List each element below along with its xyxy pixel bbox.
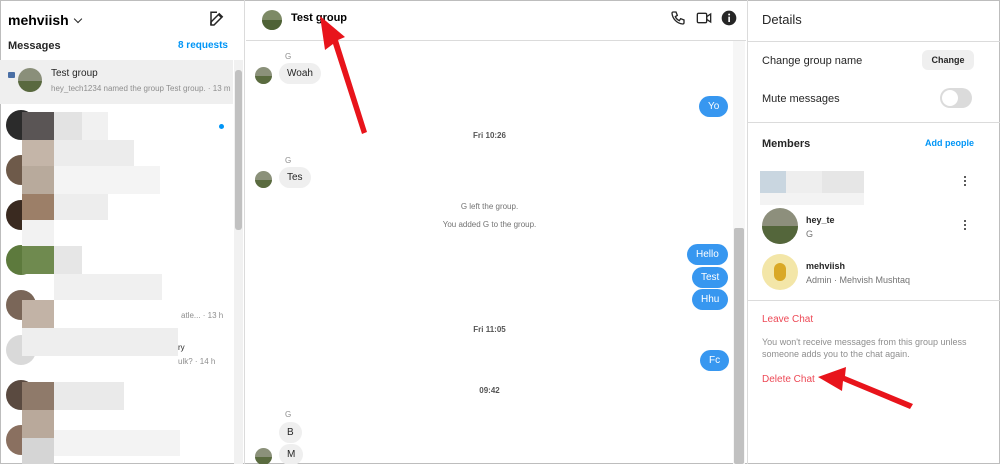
member-name: hey_te [806,215,835,225]
divider [748,300,1000,301]
message-bubble-incoming[interactable]: B [279,422,302,443]
pixelation-block [54,246,82,274]
pixelation-block [22,246,54,274]
message-bubble-outgoing[interactable]: Hello [687,244,728,265]
message-bubble-outgoing[interactable]: Fc [700,350,730,371]
account-name: mehviish [8,12,69,28]
compose-icon[interactable] [208,10,226,28]
pixelation-block [54,194,108,220]
pixelation-block [22,300,54,328]
pixelation-block [54,140,134,166]
toggle-knob [942,90,958,106]
thread-preview-fragment: ry [178,343,185,352]
chat-header: Test group [246,0,746,41]
thread-item-test-group[interactable]: Test group hey_tech1234 named the group … [0,60,233,104]
chevron-down-icon [73,14,82,24]
sender-name: G [285,410,292,419]
pixelation-block [760,193,864,205]
divider [748,122,1000,123]
pixelation-block [786,171,822,193]
unread-indicator [219,124,224,129]
system-message: You added G to the group. [442,220,537,229]
chat-pane: Test group G Woah Yo Fri 10:26 G Tes G l… [246,0,746,464]
chat-title[interactable]: Test group [291,12,347,24]
pixelation-block [22,382,54,410]
member-subtitle: G [806,229,814,239]
pixelation-block [22,438,54,464]
pixelation-block [54,166,160,194]
system-message: G left the group. [460,202,519,211]
avatar[interactable] [762,208,798,244]
delete-chat-button[interactable]: Delete Chat [762,374,815,385]
avatar[interactable] [255,448,272,464]
info-icon[interactable] [721,10,737,26]
leave-chat-button[interactable]: Leave Chat [762,314,813,325]
pixelation-block [54,430,180,456]
video-call-icon[interactable] [696,10,712,26]
add-people-link[interactable]: Add people [925,138,974,148]
group-icon [8,72,15,78]
message-bubble-incoming[interactable]: M [279,444,304,464]
pixelation-block [22,328,178,356]
timestamp: Fri 11:05 [473,325,506,334]
pixelation-block [822,171,864,193]
pixelation-block [22,112,54,140]
pixelation-block [22,166,54,194]
thread-preview-fragment: ulk? · 14 h [178,357,216,366]
details-panel: Details Change group name Change Mute me… [747,0,1000,464]
thread-preview-fragment: atle... · 13 h [181,311,224,320]
inbox-sidebar: mehviish Messages 8 requests Test group … [0,0,245,464]
avatar[interactable] [255,171,272,188]
thread-preview: hey_tech1234 named the group Test group.… [51,84,231,93]
pixelation-block [22,194,54,220]
timestamp: Fri 10:26 [473,131,506,140]
change-group-name-button[interactable]: Change [922,50,974,70]
pixelation-block [54,382,124,410]
pixelation-block [54,112,82,140]
timestamp: 09:42 [479,386,500,395]
member-options-icon[interactable] [960,175,970,189]
message-bubble-outgoing[interactable]: Hhu [692,289,729,310]
account-switcher[interactable]: mehviish [8,12,82,28]
message-bubble-incoming[interactable]: Woah [279,63,321,84]
mute-messages-label: Mute messages [762,93,840,105]
pixelation-block [22,410,54,438]
member-options-icon[interactable] [960,219,970,233]
sender-name: G [285,52,292,61]
details-title: Details [762,12,802,27]
pixelation-block [22,220,54,246]
group-avatar [18,68,42,92]
message-bubble-outgoing[interactable]: Test [692,267,729,288]
member-name: mehviish [806,261,846,271]
mute-messages-toggle[interactable] [940,88,972,108]
divider [748,41,1000,42]
thread-name: Test group [51,68,98,79]
member-subtitle: Admin · Mehvish Mushtaq [806,275,911,285]
messages-heading: Messages [8,40,61,52]
message-bubble-outgoing[interactable]: Yo [699,96,729,117]
pixelation-block [22,140,54,166]
avatar[interactable] [255,67,272,84]
leave-chat-note: You won't receive messages from this gro… [762,337,967,359]
requests-link[interactable]: 8 requests [178,40,228,51]
message-bubble-incoming[interactable]: Tes [279,167,311,188]
chat-scroll-thumb[interactable] [734,228,744,464]
change-group-name-label: Change group name [762,55,863,67]
members-heading: Members [762,138,811,150]
phone-icon[interactable] [670,10,686,26]
avatar[interactable] [762,254,798,290]
group-avatar[interactable] [262,10,282,30]
sender-name: G [285,156,292,165]
pixelation-block [54,274,162,300]
pixelation-block [760,171,786,193]
sidebar-scroll-thumb[interactable] [235,70,242,230]
pixelation-block [82,112,108,140]
